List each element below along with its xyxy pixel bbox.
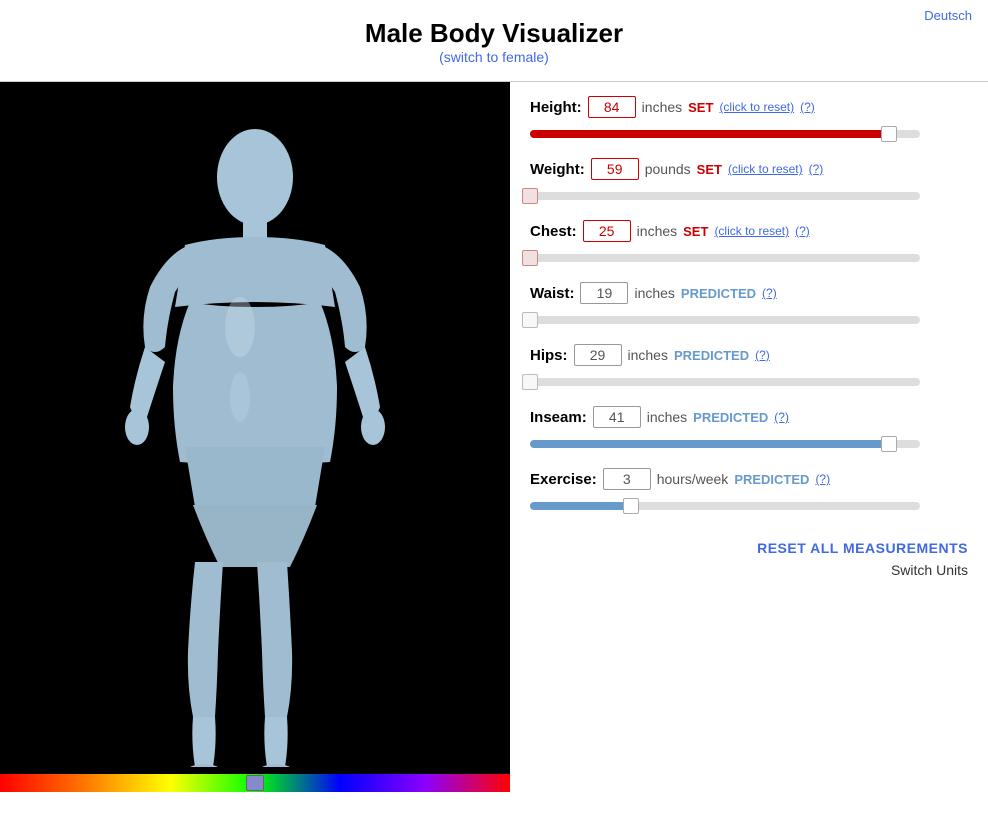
switch-units-button[interactable]: Switch Units [891, 562, 968, 578]
body-figure [0, 82, 510, 792]
waist-label: Waist: [530, 285, 574, 302]
hips-help[interactable]: (?) [755, 348, 770, 362]
inseam-predicted: PREDICTED [693, 410, 768, 425]
exercise-predicted: PREDICTED [734, 472, 809, 487]
weight-help[interactable]: (?) [809, 162, 824, 176]
exercise-input[interactable] [603, 468, 651, 490]
bottom-actions: RESET ALL MEASUREMENTS Switch Units [530, 540, 968, 578]
page-title: Male Body Visualizer [0, 18, 988, 49]
rainbow-bar[interactable] [0, 774, 510, 792]
height-reset[interactable]: (click to reset) [719, 100, 794, 114]
height-help[interactable]: (?) [800, 100, 815, 114]
weight-reset[interactable]: (click to reset) [728, 162, 803, 176]
weight-unit: pounds [645, 161, 691, 177]
switch-gender-link[interactable]: (switch to female) [439, 49, 549, 65]
language-link[interactable]: Deutsch [924, 8, 972, 23]
main-layout: Height: inches SET (click to reset) (?) … [0, 81, 988, 792]
inseam-help[interactable]: (?) [774, 410, 789, 424]
height-row: Height: inches SET (click to reset) (?) [530, 96, 968, 144]
waist-row: Waist: inches PREDICTED (?) [530, 282, 968, 330]
height-input[interactable] [588, 96, 636, 118]
waist-slider-track[interactable] [530, 310, 920, 330]
height-set: SET [688, 100, 713, 115]
chest-label: Chest: [530, 223, 577, 240]
hips-input[interactable] [574, 344, 622, 366]
inseam-slider-track[interactable] [530, 434, 920, 454]
controls-panel: Height: inches SET (click to reset) (?) … [510, 82, 988, 792]
hips-row: Hips: inches PREDICTED (?) [530, 344, 968, 392]
hips-predicted: PREDICTED [674, 348, 749, 363]
exercise-row: Exercise: hours/week PREDICTED (?) [530, 468, 968, 516]
waist-help[interactable]: (?) [762, 286, 777, 300]
waist-predicted: PREDICTED [681, 286, 756, 301]
waist-input[interactable] [580, 282, 628, 304]
inseam-row: Inseam: inches PREDICTED (?) [530, 406, 968, 454]
inseam-unit: inches [647, 409, 687, 425]
weight-label: Weight: [530, 161, 585, 178]
chest-slider-track[interactable] [530, 248, 920, 268]
hips-slider-track[interactable] [530, 372, 920, 392]
weight-row: Weight: pounds SET (click to reset) (?) [530, 158, 968, 206]
body-svg [85, 107, 425, 767]
height-unit: inches [642, 99, 682, 115]
viewer-panel [0, 82, 510, 792]
waist-unit: inches [634, 285, 674, 301]
chest-unit: inches [637, 223, 677, 239]
inseam-input[interactable] [593, 406, 641, 428]
header: Male Body Visualizer (switch to female) [0, 0, 988, 73]
hips-label: Hips: [530, 347, 568, 364]
hips-unit: inches [628, 347, 668, 363]
exercise-unit: hours/week [657, 471, 729, 487]
weight-input[interactable] [591, 158, 639, 180]
exercise-help[interactable]: (?) [815, 472, 830, 486]
inseam-label: Inseam: [530, 409, 587, 426]
chest-reset[interactable]: (click to reset) [714, 224, 789, 238]
reset-all-button[interactable]: RESET ALL MEASUREMENTS [757, 540, 968, 556]
rainbow-thumb[interactable] [246, 775, 264, 791]
height-slider-track[interactable] [530, 124, 920, 144]
height-label: Height: [530, 99, 582, 116]
chest-row: Chest: inches SET (click to reset) (?) [530, 220, 968, 268]
weight-set: SET [697, 162, 722, 177]
weight-slider-track[interactable] [530, 186, 920, 206]
chest-set: SET [683, 224, 708, 239]
exercise-label: Exercise: [530, 471, 597, 488]
chest-input[interactable] [583, 220, 631, 242]
chest-help[interactable]: (?) [795, 224, 810, 238]
exercise-slider-track[interactable] [530, 496, 920, 516]
